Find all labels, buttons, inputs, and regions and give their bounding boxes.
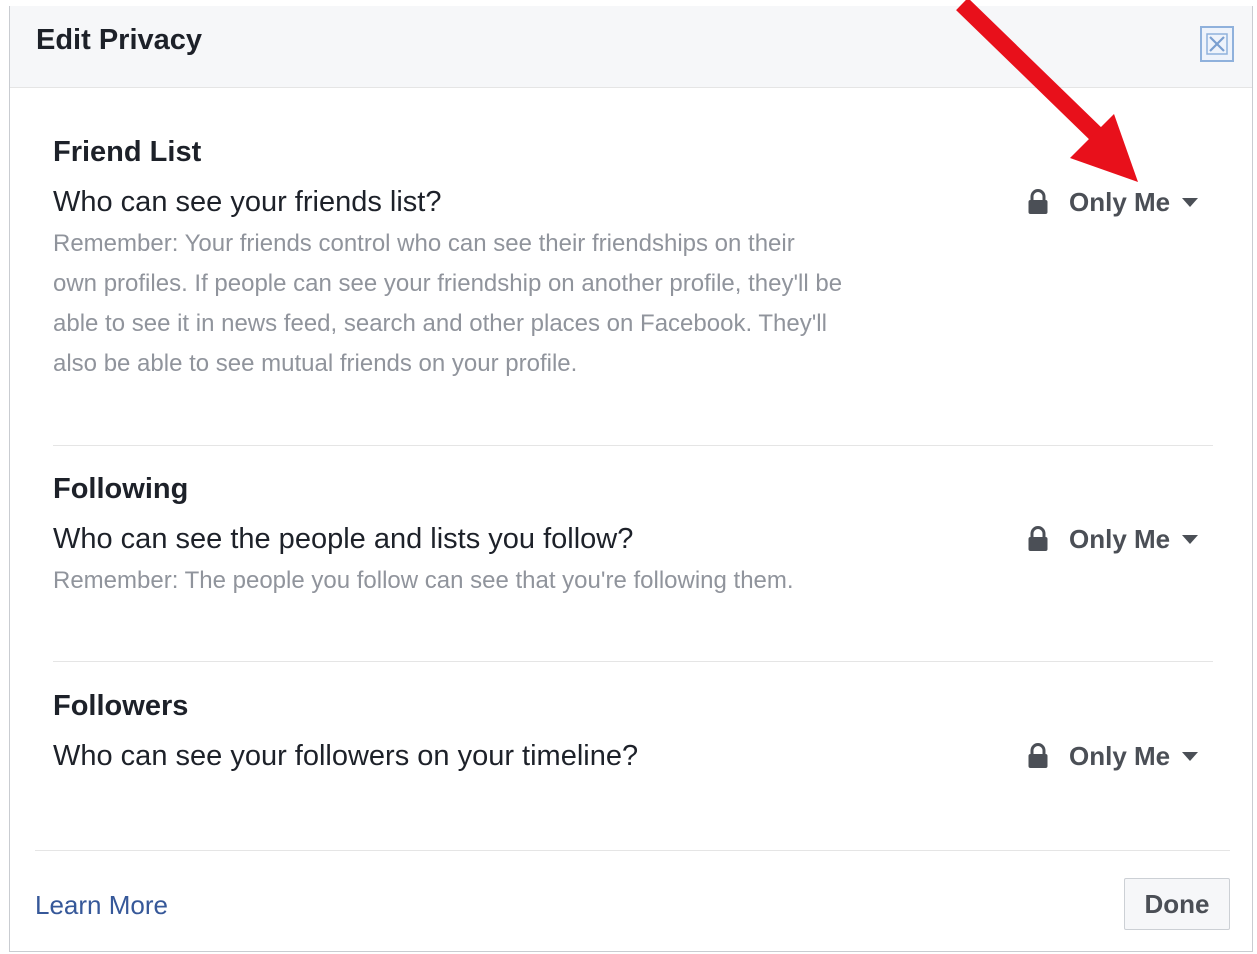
section-title: Friend List <box>53 136 202 168</box>
dialog-header: Edit Privacy <box>10 6 1252 88</box>
caret-down-icon <box>1182 197 1199 207</box>
close-icon <box>1206 33 1228 55</box>
section-remember-note: Remember: Your friends control who can s… <box>53 230 843 377</box>
audience-selector-followers[interactable]: Only Me <box>1027 738 1199 774</box>
section-followers: Followers Who can see your followers on … <box>53 690 1213 790</box>
section-divider <box>53 661 1213 662</box>
edit-privacy-dialog: Edit Privacy Friend List Who can see you… <box>9 6 1253 952</box>
section-question: Who can see your followers on your timel… <box>53 740 639 772</box>
caret-down-icon <box>1182 751 1199 761</box>
audience-selector-following[interactable]: Only Me <box>1027 521 1199 557</box>
section-title: Followers <box>53 690 189 722</box>
audience-label: Only Me <box>1069 740 1171 771</box>
section-friend-list: Friend List Who can see your friends lis… <box>53 136 1213 436</box>
audience-selector-friend-list[interactable]: Only Me <box>1027 184 1199 220</box>
section-following: Following Who can see the people and lis… <box>53 473 1213 643</box>
lock-icon <box>1028 526 1048 551</box>
close-button[interactable] <box>1200 26 1234 62</box>
section-question: Who can see the people and lists you fol… <box>53 523 634 555</box>
audience-label: Only Me <box>1069 523 1171 554</box>
caret-down-icon <box>1182 534 1199 544</box>
audience-label: Only Me <box>1069 186 1171 217</box>
dialog-title: Edit Privacy <box>36 24 203 56</box>
learn-more-link[interactable]: Learn More <box>35 890 168 921</box>
lock-icon <box>1028 189 1048 214</box>
section-question: Who can see your friends list? <box>53 186 442 218</box>
done-button[interactable]: Done <box>1124 878 1230 930</box>
section-title: Following <box>53 473 189 505</box>
lock-icon <box>1028 743 1048 768</box>
section-remember-note: Remember: The people you follow can see … <box>53 567 794 594</box>
footer-divider <box>35 850 1230 851</box>
section-divider <box>53 445 1213 446</box>
